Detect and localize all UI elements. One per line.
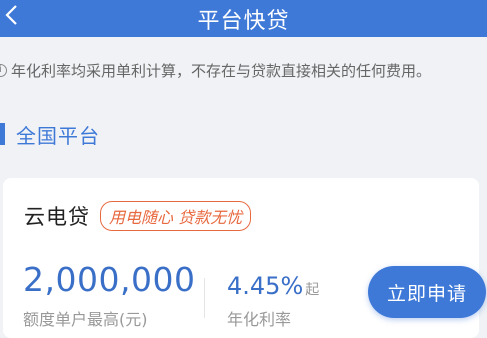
notice-text: 年化利率均采用单利计算，不存在与贷款直接相关的任何费用。 — [11, 61, 432, 80]
apply-now-button[interactable]: 立即申请 — [368, 266, 486, 318]
page-title: 平台快贷 — [197, 9, 290, 34]
max-amount-label: 额度单户最高(元) — [23, 310, 148, 329]
product-heading: 云电贷 用电随心 贷款无忧 — [24, 201, 252, 231]
info-icon: i — [0, 63, 7, 77]
header-bar: 平台快贷 — [0, 0, 487, 37]
annual-rate: 4.45% — [227, 272, 304, 300]
rate-value: 4.45% 起 — [227, 272, 319, 300]
product-slogan-badge: 用电随心 贷款无忧 — [100, 201, 252, 231]
product-name: 云电贷 — [24, 205, 90, 229]
rate-notice: i 年化利率均采用单利计算，不存在与贷款直接相关的任何费用。 — [0, 57, 487, 83]
annual-rate-label: 年化利率 — [227, 310, 292, 329]
section-title: 全国平台 — [16, 123, 100, 148]
rate-suffix: 起 — [305, 282, 320, 298]
section-accent-bar — [0, 123, 5, 145]
section-header: 全国平台 — [0, 120, 100, 148]
max-amount: 2,000,000 — [23, 260, 196, 299]
divider — [204, 278, 205, 318]
